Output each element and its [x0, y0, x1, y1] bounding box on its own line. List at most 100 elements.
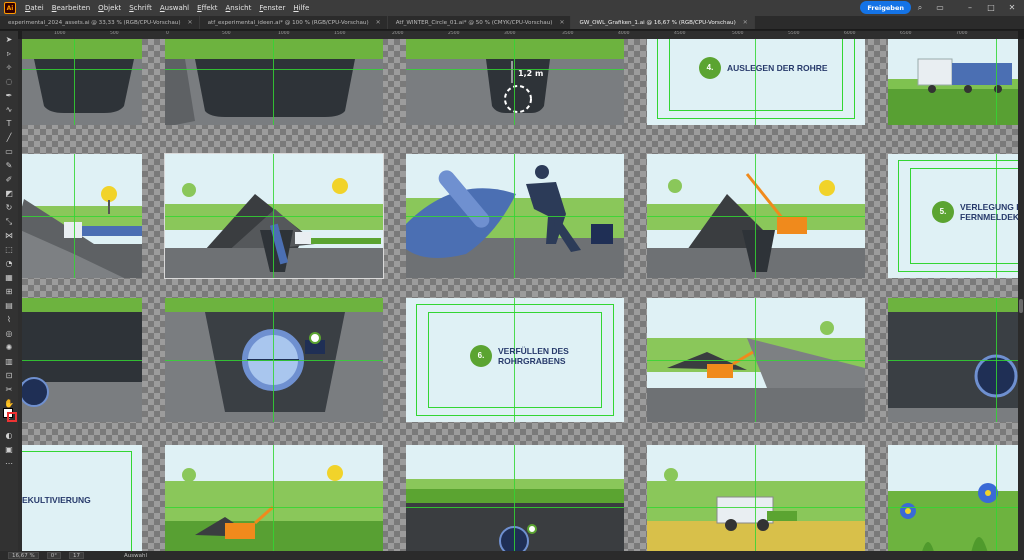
close-icon[interactable]: ✕: [376, 19, 381, 26]
artboard[interactable]: [165, 298, 383, 422]
magic-wand-icon[interactable]: ✧: [3, 63, 15, 73]
screen-mode-icon[interactable]: ▣: [3, 445, 15, 455]
artboard[interactable]: 4. AUSLEGEN DER ROHRE: [647, 39, 865, 125]
stroke-color-swatch[interactable]: [7, 412, 17, 422]
ruler-tick-label: 1500: [334, 31, 346, 36]
shape-builder-icon[interactable]: ◔: [3, 259, 15, 269]
artboard-tool-icon[interactable]: ⊡: [3, 371, 15, 381]
step-title-line: VERLEGUNG D: [960, 202, 1018, 212]
blend-tool-icon[interactable]: ◎: [3, 329, 15, 339]
artboard[interactable]: [647, 298, 865, 422]
guide-line: [888, 360, 1018, 361]
drawing-modes-icon[interactable]: ◐: [3, 431, 15, 441]
line-tool-icon[interactable]: ╱: [3, 133, 15, 143]
artboard-number-field[interactable]: 17: [68, 552, 84, 559]
rotate-tool-icon[interactable]: ↻: [3, 203, 15, 213]
artboard[interactable]: 5. VERLEGUNG DFERNMELDEKA: [888, 154, 1018, 278]
menu-bar: Ai Datei Bearbeiten Objekt Schrift Auswa…: [0, 0, 1024, 16]
step-number-badge: 6.: [470, 345, 492, 367]
search-icon[interactable]: ⌕: [915, 3, 925, 13]
menu-help[interactable]: Hilfe: [289, 4, 313, 12]
tools-panel: ➤ ▹ ✧ ◌ ✒ ∿ T ╱ ▭ ✎ ✐ ◩ ↻ ⤡ ⋈ ⬚ ◔ ▦ ⊞ ▤ …: [0, 31, 18, 551]
eraser-icon[interactable]: ◩: [3, 189, 15, 199]
shaper-icon[interactable]: ✐: [3, 175, 15, 185]
doc-tab-active[interactable]: GW_OWL_Grafiken_1.ai @ 16,67 % (RGB/CPU-…: [571, 16, 755, 29]
menu-window[interactable]: Fenster: [255, 4, 289, 12]
scrollbar-thumb[interactable]: [1019, 299, 1023, 313]
guide-line: [22, 69, 142, 70]
artboard[interactable]: [165, 445, 383, 551]
artboard[interactable]: [22, 154, 142, 278]
menu-select[interactable]: Auswahl: [156, 4, 193, 12]
doc-tab[interactable]: atf_experimental_ideen.ai* @ 100 % (RGB/…: [200, 16, 388, 29]
artboard[interactable]: [647, 445, 865, 551]
doc-tab[interactable]: experimental_2024_assets.ai @ 33,33 % (R…: [0, 16, 200, 29]
free-transform-icon[interactable]: ⬚: [3, 245, 15, 255]
artboard[interactable]: [888, 445, 1018, 551]
maximize-icon[interactable]: □: [986, 3, 996, 13]
artboard[interactable]: 6. VERFÜLLEN DES ROHRGRABENS: [406, 298, 624, 422]
ruler-tick-label: 5000: [732, 31, 744, 36]
menu-view[interactable]: Ansicht: [222, 4, 256, 12]
step-title: 6. VERFÜLLEN DES ROHRGRABENS: [470, 345, 569, 367]
pen-tool-icon[interactable]: ✒: [3, 91, 15, 101]
guide-line: [22, 360, 142, 361]
guide-line: [514, 445, 515, 551]
symbol-sprayer-icon[interactable]: ✺: [3, 343, 15, 353]
artboard[interactable]: [165, 39, 383, 125]
perspective-grid-icon[interactable]: ▦: [3, 273, 15, 283]
curvature-icon[interactable]: ∿: [3, 105, 15, 115]
zoom-field[interactable]: 16,67 %: [8, 552, 39, 559]
width-tool-icon[interactable]: ⋈: [3, 231, 15, 241]
artboard[interactable]: [406, 445, 624, 551]
workspace-icon[interactable]: ▭: [935, 3, 945, 13]
artboard[interactable]: [406, 154, 624, 278]
horizontal-ruler[interactable]: 1000 500 0 500 1000 1500 2000 2500 3000 …: [22, 31, 1018, 39]
close-icon[interactable]: ✕: [559, 19, 564, 26]
menu-object[interactable]: Objekt: [94, 4, 125, 12]
guide-line: [647, 507, 865, 508]
doc-tab[interactable]: Atf_WINTER_Circle_01.ai* @ 50 % (CMYK/CP…: [388, 16, 572, 29]
rotation-field[interactable]: 0°: [46, 552, 61, 559]
truck-illustration: [888, 39, 1018, 125]
type-tool-icon[interactable]: T: [3, 119, 15, 129]
mesh-tool-icon[interactable]: ⊞: [3, 287, 15, 297]
eyedropper-icon[interactable]: ⌇: [3, 315, 15, 325]
close-icon[interactable]: ✕: [188, 19, 193, 26]
guide-line: [996, 445, 997, 551]
artboard[interactable]: [22, 298, 142, 422]
canvas[interactable]: 1,2 m 4. AUSLEGEN DER ROHRE 5. VERLEGUNG…: [22, 39, 1018, 551]
menu-effect[interactable]: Effekt: [193, 4, 221, 12]
share-button[interactable]: Freigeben: [860, 1, 911, 14]
vertical-scrollbar[interactable]: [1018, 39, 1024, 551]
artboard[interactable]: [647, 154, 865, 278]
ruler-tick-label: 2000: [392, 31, 404, 36]
step-title-line: VERFÜLLEN DES: [498, 346, 569, 356]
paintbrush-icon[interactable]: ✎: [3, 161, 15, 171]
artboard[interactable]: [888, 298, 1018, 422]
artboard[interactable]: 1,2 m: [406, 39, 624, 125]
artboard[interactable]: EKULTIVIERUNG: [22, 445, 142, 551]
artboard[interactable]: [888, 39, 1018, 125]
selection-tool-icon[interactable]: ➤: [3, 35, 15, 45]
minimize-icon[interactable]: –: [965, 3, 975, 13]
gradient-tool-icon[interactable]: ▤: [3, 301, 15, 311]
column-graph-icon[interactable]: ▥: [3, 357, 15, 367]
menu-edit[interactable]: Bearbeiten: [48, 4, 94, 12]
crop-field-pipe-illustration: [406, 445, 624, 551]
guide-line: [273, 445, 274, 551]
rectangle-tool-icon[interactable]: ▭: [3, 147, 15, 157]
lasso-icon[interactable]: ◌: [3, 77, 15, 87]
scale-tool-icon[interactable]: ⤡: [3, 217, 15, 227]
step-number-badge: 4.: [699, 57, 721, 79]
more-tools-icon[interactable]: ⋯: [3, 459, 15, 469]
trench-illustration: [22, 39, 142, 125]
close-icon[interactable]: ✕: [1007, 3, 1017, 13]
artboard-selected[interactable]: [164, 153, 384, 279]
menu-file[interactable]: Datei: [21, 4, 48, 12]
slice-tool-icon[interactable]: ✂: [3, 385, 15, 395]
close-icon[interactable]: ✕: [743, 19, 748, 26]
artboard[interactable]: [22, 39, 142, 125]
direct-selection-tool-icon[interactable]: ▹: [3, 49, 15, 59]
menu-type[interactable]: Schrift: [125, 4, 156, 12]
